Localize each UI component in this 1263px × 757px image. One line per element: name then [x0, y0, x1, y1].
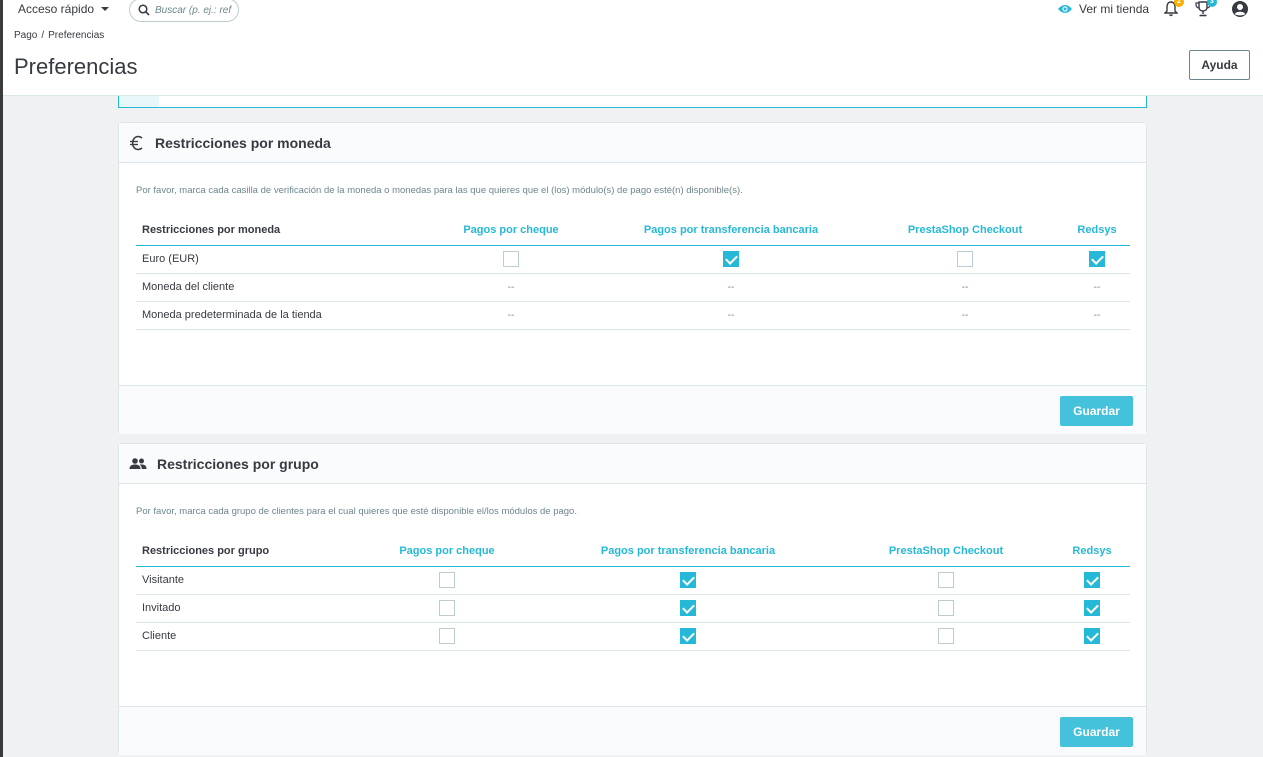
- table-row: Invitado: [136, 594, 1130, 623]
- search-box: [129, 0, 239, 22]
- checkbox[interactable]: [680, 572, 696, 588]
- search-icon[interactable]: [138, 4, 150, 16]
- table-row: Euro (EUR): [136, 245, 1130, 274]
- column-header: PrestaShop Checkout: [838, 536, 1054, 567]
- group-card-footer: Guardar: [119, 706, 1146, 755]
- empty-cell: --: [507, 282, 515, 293]
- table-header-row: Restricciones por grupo Pagos por cheque…: [136, 536, 1130, 567]
- empty-cell: --: [1093, 282, 1101, 293]
- previous-panel-bottom: [118, 96, 1147, 108]
- checkbox[interactable]: [439, 600, 455, 616]
- checkbox[interactable]: [680, 600, 696, 616]
- notifications-button[interactable]: 2: [1163, 0, 1184, 22]
- save-button[interactable]: Guardar: [1060, 717, 1133, 747]
- notifications-badge: 2: [1174, 0, 1184, 7]
- breadcrumb-item-pago[interactable]: Pago: [14, 30, 37, 41]
- euro-icon: [130, 135, 143, 150]
- currency-table: Restricciones por moneda Pagos por chequ…: [136, 215, 1130, 330]
- currency-card-header: Restricciones por moneda: [119, 123, 1146, 163]
- table-header-row: Restricciones por moneda Pagos por chequ…: [136, 215, 1130, 246]
- trophy-button[interactable]: 3: [1195, 0, 1217, 22]
- view-store-link[interactable]: Ver mi tienda: [1057, 2, 1149, 16]
- currency-restrictions-card: Restricciones por moneda Por favor, marc…: [118, 122, 1147, 434]
- checkbox[interactable]: [1084, 600, 1100, 616]
- account-button[interactable]: [1231, 0, 1249, 23]
- currency-card-body: Por favor, marca cada casilla de verific…: [119, 163, 1146, 385]
- checkbox[interactable]: [1084, 628, 1100, 644]
- row-label: Visitante: [136, 566, 356, 595]
- breadcrumb: Pago / Preferencias: [14, 30, 104, 41]
- group-card-body: Por favor, marca cada grupo de clientes …: [119, 484, 1146, 706]
- search-input[interactable]: [155, 4, 235, 16]
- column-header: Pagos por cheque: [356, 536, 538, 567]
- row-label: Euro (EUR): [136, 245, 426, 274]
- row-label: Invitado: [136, 594, 356, 623]
- empty-cell: --: [961, 282, 969, 293]
- page-title: Preferencias: [14, 54, 138, 79]
- checkbox[interactable]: [1084, 572, 1100, 588]
- column-header: Redsys: [1054, 536, 1130, 567]
- save-button[interactable]: Guardar: [1060, 396, 1133, 426]
- empty-cell: --: [727, 310, 735, 321]
- group-info-text: Por favor, marca cada grupo de clientes …: [136, 506, 577, 517]
- checkbox[interactable]: [439, 628, 455, 644]
- currency-info-text: Por favor, marca cada casilla de verific…: [136, 185, 743, 196]
- column-header: Redsys: [1064, 215, 1130, 246]
- breadcrumb-item-preferencias[interactable]: Preferencias: [48, 30, 104, 41]
- empty-cell: --: [507, 310, 515, 321]
- help-button[interactable]: Ayuda: [1189, 50, 1250, 80]
- checkbox[interactable]: [938, 600, 954, 616]
- empty-cell: --: [961, 310, 969, 321]
- checkbox[interactable]: [723, 251, 739, 267]
- top-header: Acceso rápido Ver mi tienda 2: [3, 0, 1263, 96]
- group-restrictions-card: Restricciones por grupo Por favor, marca…: [118, 443, 1147, 755]
- checkbox[interactable]: [938, 572, 954, 588]
- table-row: Moneda predeterminada de la tienda -- --…: [136, 301, 1130, 330]
- checkbox[interactable]: [957, 251, 973, 267]
- row-label: Moneda del cliente: [136, 273, 426, 302]
- quick-access-label: Acceso rápido: [18, 2, 95, 16]
- eye-icon: [1058, 5, 1072, 13]
- group-card-header: Restricciones por grupo: [119, 444, 1146, 484]
- table-row: Moneda del cliente -- -- -- --: [136, 273, 1130, 302]
- checkbox[interactable]: [503, 251, 519, 267]
- table-row: Visitante: [136, 566, 1130, 595]
- group-table: Restricciones por grupo Pagos por cheque…: [136, 536, 1130, 651]
- account-icon: [1232, 1, 1248, 17]
- row-label: Moneda predeterminada de la tienda: [136, 301, 426, 330]
- empty-cell: --: [727, 282, 735, 293]
- table-row: Cliente: [136, 622, 1130, 651]
- previous-panel-stripe: [119, 96, 159, 107]
- empty-cell: --: [1093, 310, 1101, 321]
- currency-card-title: Restricciones por moneda: [155, 134, 331, 151]
- window-left-edge: [0, 0, 3, 757]
- column-header: Restricciones por moneda: [136, 215, 426, 246]
- quick-access-menu[interactable]: Acceso rápido: [18, 2, 110, 16]
- checkbox[interactable]: [680, 628, 696, 644]
- column-header: Pagos por cheque: [426, 215, 596, 246]
- row-label: Cliente: [136, 622, 356, 651]
- caret-down-icon: [101, 7, 110, 11]
- column-header: PrestaShop Checkout: [866, 215, 1064, 246]
- checkbox[interactable]: [1089, 251, 1105, 267]
- checkbox[interactable]: [938, 628, 954, 644]
- breadcrumb-separator: /: [41, 30, 45, 41]
- checkbox[interactable]: [439, 572, 455, 588]
- currency-card-footer: Guardar: [119, 385, 1146, 434]
- column-header: Pagos por transferencia bancaria: [538, 536, 838, 567]
- group-card-title: Restricciones por grupo: [157, 455, 319, 472]
- column-header: Pagos por transferencia bancaria: [596, 215, 866, 246]
- view-store-label: Ver mi tienda: [1079, 2, 1150, 16]
- column-header: Restricciones por grupo: [136, 536, 356, 567]
- people-icon: [129, 457, 147, 469]
- trophy-badge: 3: [1207, 0, 1217, 7]
